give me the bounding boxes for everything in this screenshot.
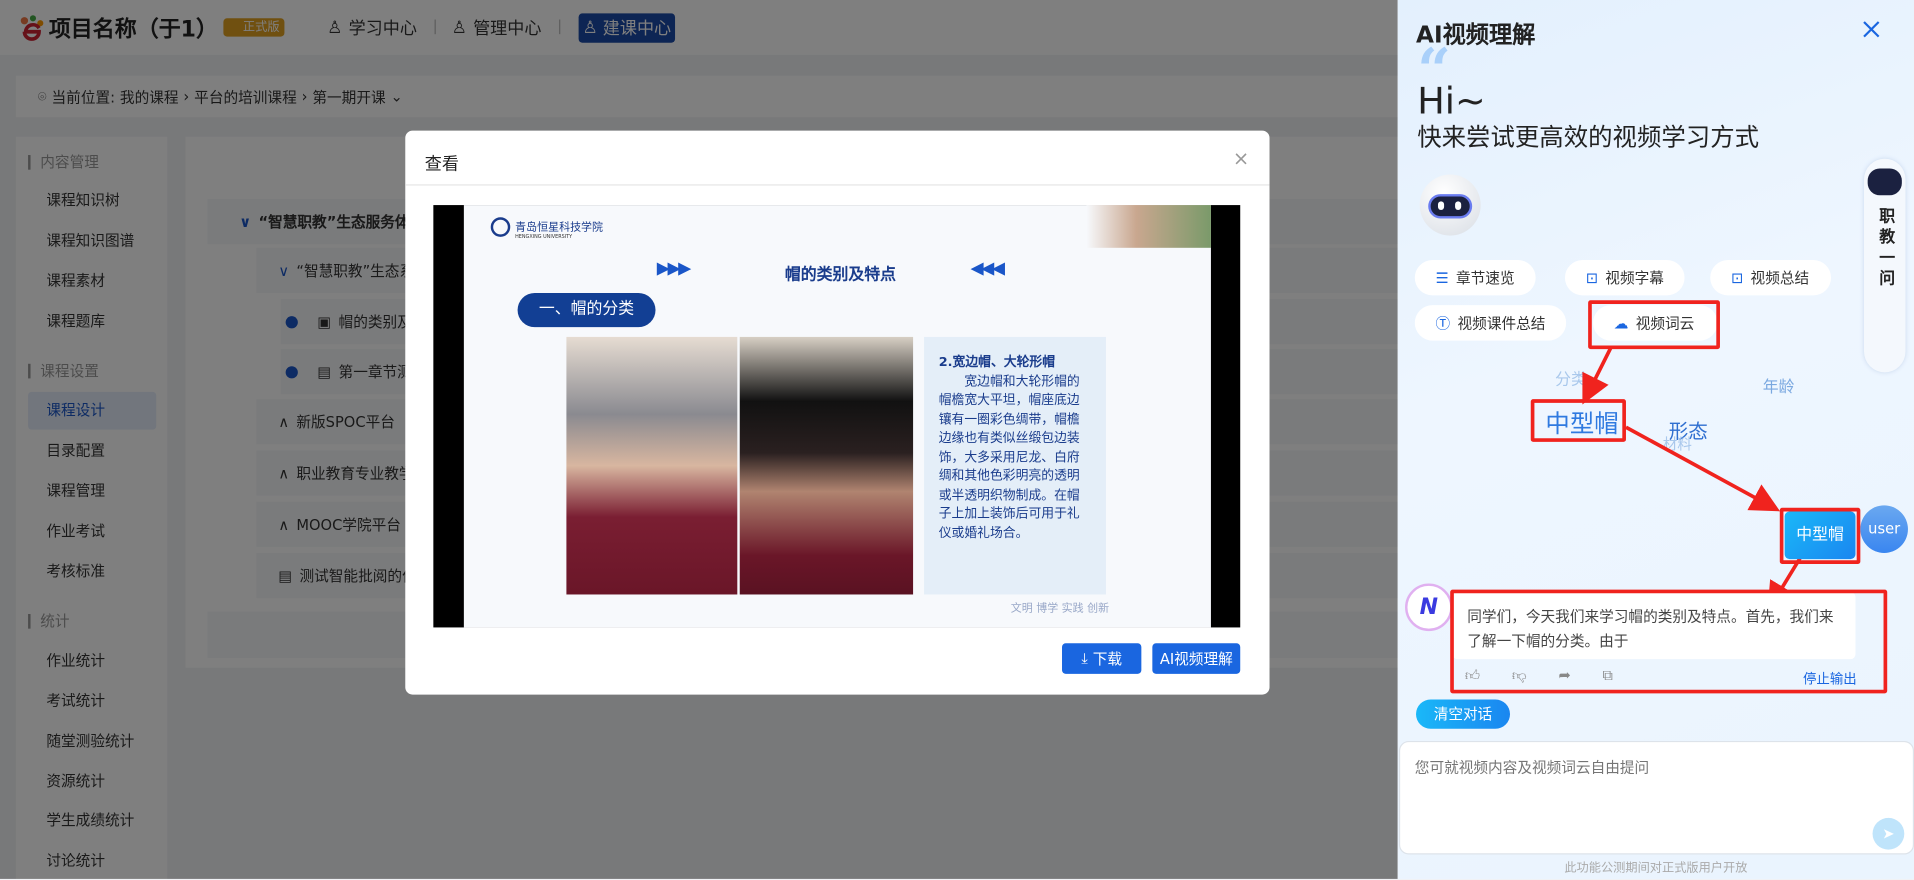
clear-chat-button[interactable]: 清空对话 — [1416, 699, 1511, 729]
school-name: 青岛恒星科技学院 — [515, 222, 604, 235]
hat-photo-grey — [566, 336, 738, 595]
school-name-en: HENGXING UNIVERSITY — [515, 233, 573, 240]
hat-photo-black — [739, 336, 914, 595]
annotation-box — [1779, 507, 1861, 564]
slide-text-title: 2.宽边帽、大轮形帽 — [938, 355, 1056, 370]
footer-note: 此功能公测期间对正式版用户开放 — [1564, 861, 1748, 876]
modal-title: 查看 — [424, 155, 459, 175]
arrow-right-icon: ▶▶▶ — [656, 258, 692, 279]
ai-video-understanding-button[interactable]: AI视频理解 — [1152, 643, 1241, 674]
ai-panel: AI视频理解 “ Hi~ 快来尝试更高效的视频学习方式 职教一问 ☰ 章节速览 ⊡… — [1397, 0, 1914, 879]
school-motto: 文明 博学 实践 创新 — [1010, 603, 1110, 616]
slide-text-body: 宽边帽和大轮形帽的帽檐宽大平坦，帽座底边镶有一圈彩色绸带，帽檐边缘也有类似丝缎包… — [938, 374, 1080, 541]
school-logo-icon — [490, 217, 511, 237]
download-button[interactable]: ⤓ 下载 — [1062, 643, 1142, 674]
question-input[interactable] — [1398, 740, 1914, 855]
send-icon[interactable]: ➤ — [1872, 817, 1905, 850]
slide-text-box: 2.宽边帽、大轮形帽 宽边帽和大轮形帽的帽檐宽大平坦，帽座底边镶有一圈彩色绸带，… — [924, 336, 1106, 595]
video-player[interactable]: 青岛恒星科技学院 HENGXING UNIVERSITY ▶▶▶ 帽的类别及特点… — [433, 205, 1241, 628]
user-avatar: user — [1860, 505, 1908, 553]
view-modal: 查看 × 青岛恒星科技学院 HENGXING UNIVERSITY ▶▶▶ 帽的… — [405, 130, 1270, 695]
slide-heading: 帽的类别及特点 — [784, 266, 897, 285]
campus-photo — [1086, 205, 1211, 248]
slide-section-pill: 一、帽的分类 — [517, 292, 656, 328]
divider — [405, 184, 1270, 186]
download-icon: ⤓ — [1081, 649, 1088, 667]
arrow-left-icon: ◀◀◀ — [970, 258, 1005, 279]
ai-avatar: N — [1405, 583, 1453, 632]
annotation-box — [1450, 589, 1888, 694]
close-icon[interactable]: × — [1233, 146, 1249, 169]
slide-frame: 青岛恒星科技学院 HENGXING UNIVERSITY ▶▶▶ 帽的类别及特点… — [463, 205, 1211, 628]
